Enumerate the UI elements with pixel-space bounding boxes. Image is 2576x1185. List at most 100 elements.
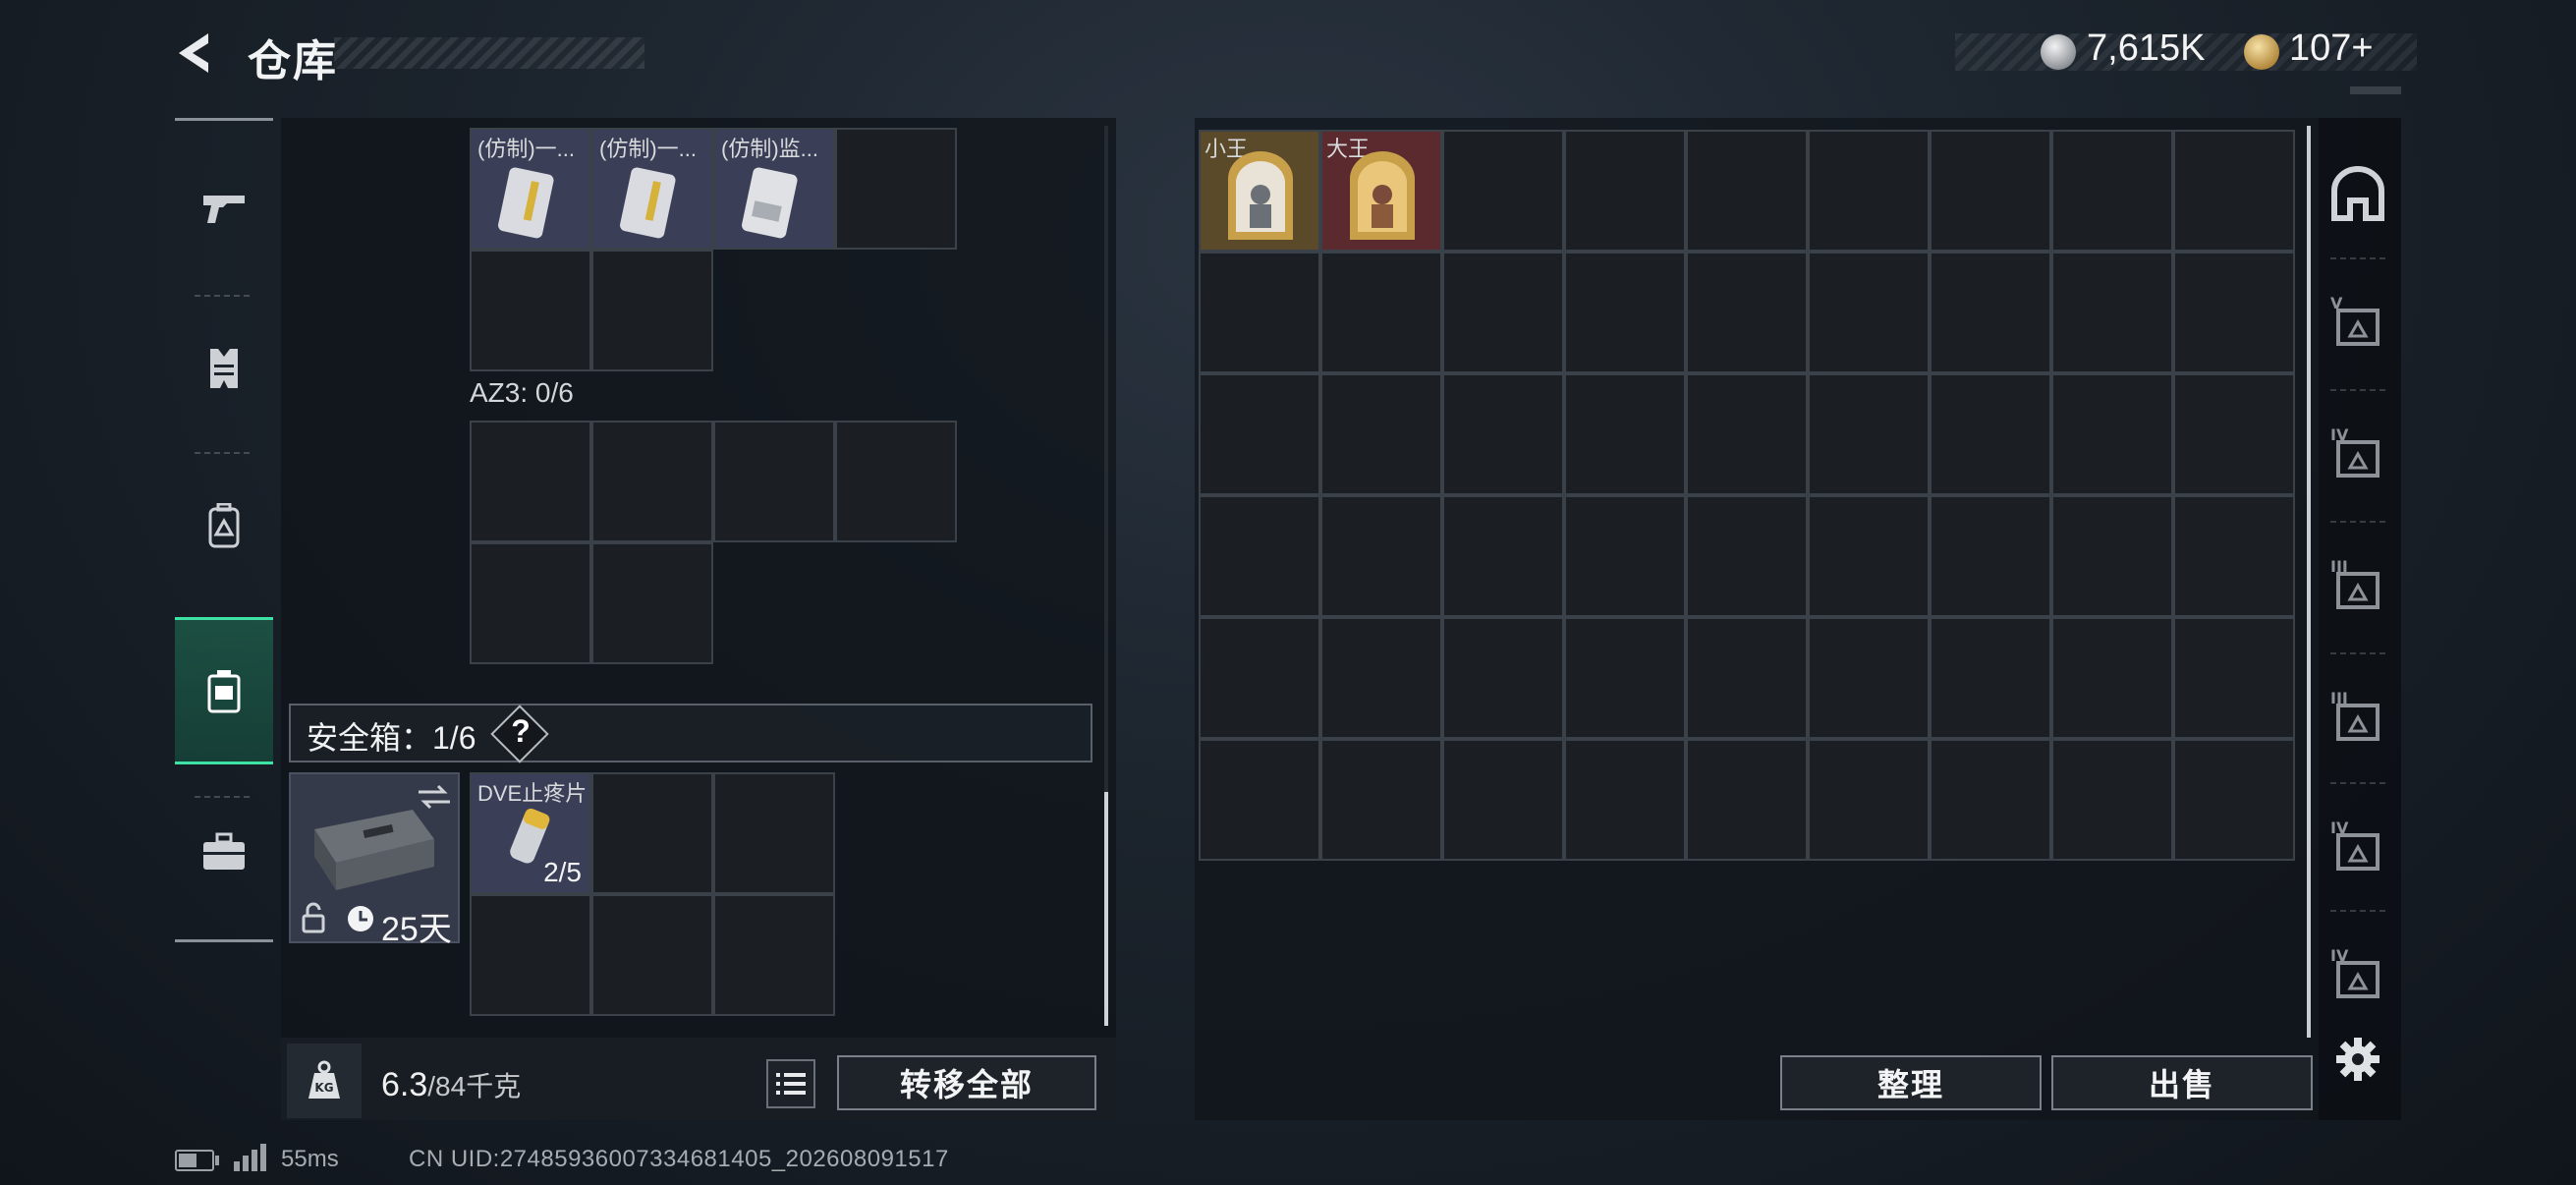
page-title: 仓库 <box>248 37 338 85</box>
rail-item-armor[interactable] <box>175 295 273 442</box>
storage-grid-cell[interactable] <box>1442 373 1564 495</box>
storage-grid-cell[interactable] <box>1442 252 1564 373</box>
storage-grid-cell[interactable] <box>1686 739 1808 861</box>
transfer-all-button[interactable]: 转移全部 <box>837 1055 1096 1110</box>
storage-grid-cell[interactable] <box>2173 373 2295 495</box>
storage-grid-cell[interactable] <box>2051 617 2173 739</box>
storage-grid-cell[interactable] <box>2051 495 2173 617</box>
storage-grid-cell[interactable] <box>1930 739 2051 861</box>
grid-cell[interactable] <box>713 772 835 894</box>
storage-grid-cell[interactable] <box>1930 252 2051 373</box>
grid-cell[interactable] <box>835 128 957 250</box>
grid-cell[interactable] <box>835 421 957 542</box>
rail-item-backpack[interactable] <box>175 452 273 599</box>
storage-grid-cell[interactable] <box>2051 373 2173 495</box>
signal-icon <box>252 1150 257 1171</box>
storage-grid-cell[interactable] <box>2173 130 2295 252</box>
storage-grid-cell[interactable] <box>1320 617 1442 739</box>
storage-grid-cell[interactable] <box>1564 373 1686 495</box>
side-tab-1[interactable] <box>2328 165 2391 228</box>
storage-grid-cell[interactable] <box>1199 252 1320 373</box>
grid-cell[interactable] <box>591 250 713 371</box>
storage-grid-cell[interactable] <box>1442 739 1564 861</box>
storage-grid-cell[interactable] <box>1320 495 1442 617</box>
weight-max: /84千克 <box>427 1071 522 1101</box>
side-tab-7[interactable]: IV <box>2328 945 2391 1008</box>
storage-grid-cell[interactable] <box>1564 495 1686 617</box>
storage-grid-cell[interactable] <box>2051 252 2173 373</box>
grid-cell[interactable] <box>713 894 835 1016</box>
storage-grid-cell[interactable] <box>1199 373 1320 495</box>
help-icon: ? <box>511 713 531 749</box>
storage-grid-cell[interactable] <box>2173 495 2295 617</box>
storage-grid-cell[interactable] <box>1442 495 1564 617</box>
storage-grid-cell[interactable] <box>1686 373 1808 495</box>
rail-item-case[interactable] <box>175 778 273 926</box>
grid-cell[interactable] <box>470 250 591 371</box>
storage-grid-cell[interactable] <box>2173 617 2295 739</box>
side-tab-3[interactable]: IV <box>2328 424 2391 487</box>
storage-grid-cell[interactable] <box>1199 739 1320 861</box>
storage-grid-cell[interactable] <box>1808 739 1930 861</box>
right-scrollbar[interactable] <box>2307 126 2311 1038</box>
item-slot[interactable]: (仿制)一... <box>470 128 591 250</box>
grid-cell[interactable] <box>591 421 713 542</box>
side-tab-4[interactable]: III <box>2328 556 2391 619</box>
side-tab-2[interactable]: V <box>2328 293 2391 356</box>
swap-icon[interactable] <box>415 782 454 812</box>
container-icon <box>207 670 241 713</box>
sell-button[interactable]: 出售 <box>2051 1055 2313 1110</box>
storage-grid-cell[interactable] <box>1442 130 1564 252</box>
back-button[interactable] <box>169 28 220 79</box>
storage-grid-cell[interactable] <box>1930 495 2051 617</box>
grid-cell[interactable] <box>470 421 591 542</box>
gold-amount[interactable]: 107+ <box>2289 28 2374 70</box>
storage-grid-cell[interactable] <box>1686 130 1808 252</box>
side-tab-6[interactable]: IV <box>2328 818 2391 880</box>
storage-grid-cell[interactable] <box>1930 617 2051 739</box>
storage-grid-cell[interactable] <box>1808 130 1930 252</box>
list-view-button[interactable] <box>766 1059 815 1108</box>
storage-grid-cell[interactable] <box>2173 739 2295 861</box>
storage-grid-cell[interactable] <box>2051 739 2173 861</box>
grid-cell[interactable] <box>591 772 713 894</box>
storage-item-dawang[interactable]: 大王 <box>1322 132 1440 250</box>
storage-grid-cell[interactable] <box>1320 739 1442 861</box>
settings-gear-icon[interactable] <box>2332 1034 2383 1085</box>
storage-grid-cell[interactable] <box>1930 130 2051 252</box>
grid-cell[interactable] <box>713 421 835 542</box>
list-icon <box>776 1073 806 1095</box>
storage-grid-cell[interactable] <box>1686 617 1808 739</box>
storage-grid-cell[interactable] <box>1564 739 1686 861</box>
item-slot[interactable]: (仿制)监... <box>713 128 835 250</box>
storage-grid-cell[interactable] <box>1199 617 1320 739</box>
storage-grid-cell[interactable] <box>1808 495 1930 617</box>
storage-grid-cell[interactable] <box>1808 252 1930 373</box>
grid-cell[interactable] <box>591 542 713 664</box>
item-slot[interactable]: (仿制)一... <box>591 128 713 250</box>
rail-item-weapons[interactable] <box>175 134 273 281</box>
storage-grid-cell[interactable] <box>1808 617 1930 739</box>
side-tab-5[interactable]: III <box>2328 688 2391 751</box>
item-slot[interactable]: DVE止疼片 2/5 <box>470 772 591 894</box>
storage-grid-cell[interactable] <box>1564 617 1686 739</box>
storage-item-xiaowang[interactable]: 小王 <box>1201 132 1318 250</box>
storage-grid-cell[interactable] <box>1320 252 1442 373</box>
storage-grid-cell[interactable] <box>1686 495 1808 617</box>
storage-grid-cell[interactable] <box>1808 373 1930 495</box>
storage-grid-cell[interactable] <box>1442 617 1564 739</box>
rail-item-containers[interactable] <box>175 617 273 764</box>
storage-grid-cell[interactable] <box>1320 373 1442 495</box>
left-scrollbar-thumb[interactable] <box>1104 792 1108 1026</box>
storage-grid-cell[interactable] <box>1686 252 1808 373</box>
grid-cell[interactable] <box>591 894 713 1016</box>
grid-cell[interactable] <box>470 894 591 1016</box>
storage-grid-cell[interactable] <box>1564 252 1686 373</box>
storage-grid-cell[interactable] <box>2173 252 2295 373</box>
storage-grid-cell[interactable] <box>1199 495 1320 617</box>
storage-grid-cell[interactable] <box>1930 373 2051 495</box>
storage-grid-cell[interactable] <box>1564 130 1686 252</box>
sort-button[interactable]: 整理 <box>1780 1055 2042 1110</box>
grid-cell[interactable] <box>470 542 591 664</box>
storage-grid-cell[interactable] <box>2051 130 2173 252</box>
